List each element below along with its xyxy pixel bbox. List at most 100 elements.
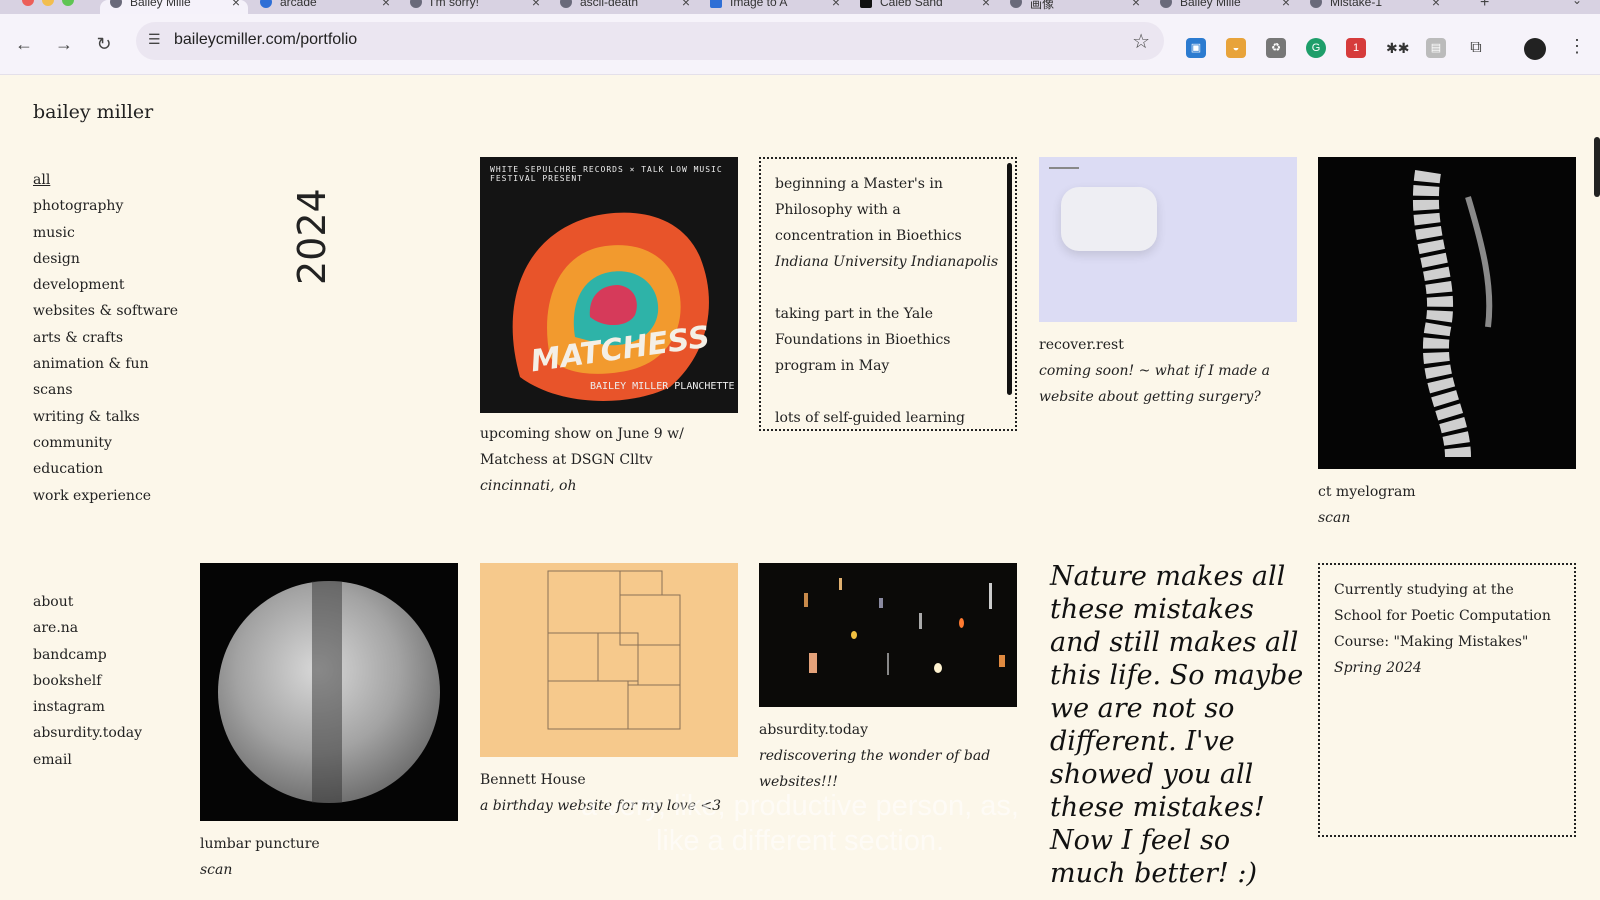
- absurdity-title: absurdity.today: [759, 722, 869, 738]
- nav-education[interactable]: education: [33, 456, 178, 482]
- grammarly-extension-icon[interactable]: G: [1306, 38, 1326, 58]
- link-bookshelf[interactable]: bookshelf: [33, 668, 142, 694]
- floorplan-image: [480, 563, 738, 757]
- link-about[interactable]: about: [33, 589, 142, 615]
- forward-button[interactable]: →: [52, 32, 76, 56]
- masters-university: Indiana University Indianapolis: [775, 254, 999, 270]
- tab-arcade[interactable]: arcade ×: [250, 0, 398, 14]
- dots-extension-icon[interactable]: ✱✱: [1386, 38, 1409, 58]
- site-title[interactable]: bailey miller: [33, 101, 153, 123]
- card-absurdity-today[interactable]: absurdity.today rediscovering the wonder…: [759, 563, 1017, 795]
- portfolio-page: bailey miller all photography music desi…: [0, 75, 1600, 900]
- nav-community[interactable]: community: [33, 430, 178, 456]
- image-icon: [710, 0, 722, 8]
- absurdity-subtitle: rediscovering the wonder of bad websites…: [759, 748, 991, 790]
- flame-illustration: [512, 212, 709, 401]
- tab-ascii-death[interactable]: ascii-death ×: [550, 0, 698, 14]
- tab-label: 画像: [1030, 0, 1055, 11]
- maximize-window-button[interactable]: [62, 0, 74, 6]
- globe-icon: [560, 0, 572, 8]
- lumbar-subtitle: scan: [200, 862, 233, 878]
- screen-capture-extension-icon[interactable]: ▣: [1186, 38, 1206, 58]
- globe-icon: [1160, 0, 1172, 8]
- minimize-window-button[interactable]: [42, 0, 54, 6]
- bookmark-star-icon[interactable]: ☆: [1132, 29, 1150, 54]
- tab-bailey-miller[interactable]: Bailey Mille ×: [100, 0, 248, 14]
- category-nav: all photography music design development…: [33, 167, 178, 509]
- sfpc-term: Spring 2024: [1334, 660, 1422, 676]
- nav-arts-crafts[interactable]: arts & crafts: [33, 325, 178, 351]
- nav-design[interactable]: design: [33, 246, 178, 272]
- globe-icon: [1310, 0, 1322, 8]
- link-instagram[interactable]: instagram: [33, 694, 142, 720]
- globe-icon: [1010, 0, 1022, 8]
- close-window-button[interactable]: [22, 0, 34, 6]
- globe-icon: [110, 0, 122, 8]
- close-tab-icon[interactable]: ×: [232, 0, 240, 10]
- link-absurdity-today[interactable]: absurdity.today: [33, 720, 142, 746]
- close-tab-icon[interactable]: ×: [1432, 0, 1440, 10]
- nav-development[interactable]: development: [33, 272, 178, 298]
- tab-mistake[interactable]: Mistake-1 ×: [1300, 0, 1448, 14]
- tab-bar: Bailey Mille × arcade × I'm sorry! × asc…: [0, 0, 1600, 14]
- close-tab-icon[interactable]: ×: [382, 0, 390, 10]
- tab-image-jp[interactable]: 画像 ×: [1000, 0, 1148, 14]
- page-scrollbar[interactable]: [1594, 137, 1600, 197]
- card-ct-myelogram[interactable]: ct myelogram scan: [1318, 157, 1576, 531]
- video-subtitle-line2: like a different section.: [655, 825, 945, 857]
- card-bennett-house[interactable]: Bennett House a birthday website for my …: [480, 563, 738, 819]
- bowl-extension-icon[interactable]: ◒: [1226, 38, 1246, 58]
- browser-toolbar: ← → ↻ ☰ baileycmiller.com/portfolio ☆ ▣ …: [0, 14, 1600, 75]
- address-bar[interactable]: ☰ baileycmiller.com/portfolio ☆: [136, 22, 1164, 60]
- nav-scans[interactable]: scans: [33, 377, 178, 403]
- page-extension-icon[interactable]: ▤: [1426, 38, 1446, 58]
- external-links: about are.na bandcamp bookshelf instagra…: [33, 589, 142, 773]
- candles-image: [759, 563, 1017, 707]
- card-scrollbar[interactable]: [1007, 163, 1012, 395]
- nav-music[interactable]: music: [33, 220, 178, 246]
- lumbar-xray-image: [200, 563, 458, 821]
- close-tab-icon[interactable]: ×: [832, 0, 840, 10]
- close-tab-icon[interactable]: ×: [532, 0, 540, 10]
- chevron-down-icon[interactable]: ⌄: [1572, 0, 1582, 7]
- reload-button[interactable]: ↻: [92, 32, 116, 56]
- profile-avatar[interactable]: [1524, 38, 1546, 60]
- tab-im-sorry[interactable]: I'm sorry! ×: [400, 0, 548, 14]
- puzzle-extensions-icon[interactable]: ⧉: [1466, 38, 1486, 58]
- card-recover-rest[interactable]: recover.rest coming soon! ~ what if I ma…: [1039, 157, 1297, 410]
- close-tab-icon[interactable]: ×: [1282, 0, 1290, 10]
- video-subtitle-line1: a very, like, productive person, as,: [581, 790, 1019, 822]
- nav-writing-talks[interactable]: writing & talks: [33, 404, 178, 430]
- nav-websites-software[interactable]: websites & software: [33, 298, 178, 324]
- red-extension-icon[interactable]: 1: [1346, 38, 1366, 58]
- close-tab-icon[interactable]: ×: [1132, 0, 1140, 10]
- nav-animation-fun[interactable]: animation & fun: [33, 351, 178, 377]
- floorplan-illustration: [547, 570, 681, 730]
- link-email[interactable]: email: [33, 747, 142, 773]
- masters-line1: beginning a Master's in Philosophy with …: [775, 176, 962, 244]
- new-tab-button[interactable]: +: [1480, 0, 1489, 12]
- browser-menu-icon[interactable]: ⋮: [1568, 36, 1586, 57]
- recover-title: recover.rest: [1039, 337, 1124, 353]
- sfpc-text: Currently studying at the School for Poe…: [1334, 582, 1551, 650]
- matchess-poster-image: WHITE SEPULCHRE RECORDS × TALK LOW MUSIC…: [480, 157, 738, 413]
- close-tab-icon[interactable]: ×: [982, 0, 990, 10]
- tab-bailey-miller-2[interactable]: Bailey Mille ×: [1150, 0, 1298, 14]
- link-are-na[interactable]: are.na: [33, 615, 142, 641]
- tab-image-to-ascii[interactable]: Image to A ×: [700, 0, 848, 14]
- tab-label: Bailey Mille: [1180, 0, 1241, 9]
- tab-label: Image to A: [730, 0, 788, 9]
- recycle-extension-icon[interactable]: ♻: [1266, 38, 1286, 58]
- myelogram-title: ct myelogram: [1318, 484, 1416, 500]
- back-button[interactable]: ←: [12, 32, 36, 56]
- card-matchess-show[interactable]: WHITE SEPULCHRE RECORDS × TALK LOW MUSIC…: [480, 157, 738, 499]
- card-masters-bioethics[interactable]: beginning a Master's in Philosophy with …: [759, 157, 1017, 431]
- nav-all[interactable]: all: [33, 167, 178, 193]
- link-bandcamp[interactable]: bandcamp: [33, 642, 142, 668]
- site-settings-icon[interactable]: ☰: [148, 31, 161, 48]
- globe-icon: [410, 0, 422, 8]
- nav-work-experience[interactable]: work experience: [33, 483, 178, 509]
- tab-caleb-sand[interactable]: Caleb Sand ×: [850, 0, 998, 14]
- close-tab-icon[interactable]: ×: [682, 0, 690, 10]
- nav-photography[interactable]: photography: [33, 193, 178, 219]
